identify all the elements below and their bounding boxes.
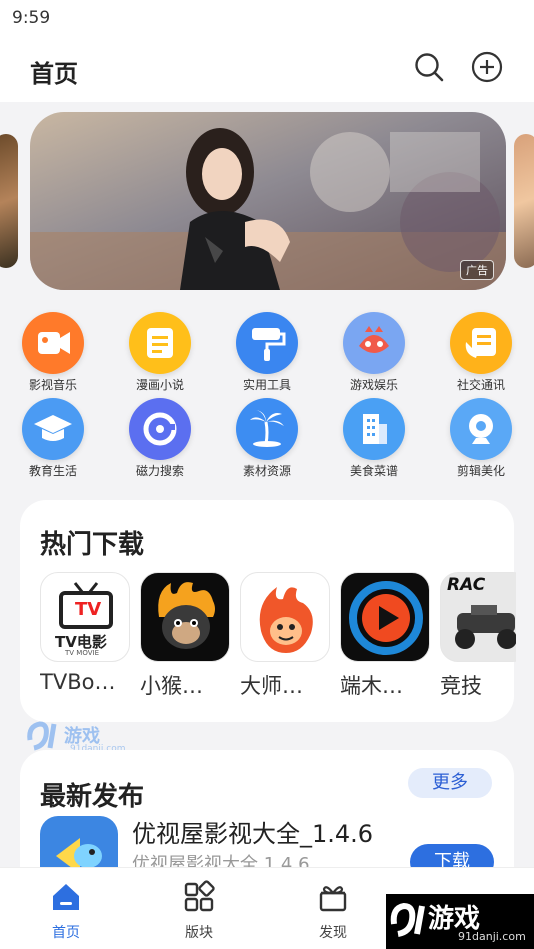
category-item[interactable]: 游戏娱乐 [329, 312, 419, 393]
page-title: 首页 [30, 60, 78, 88]
tab-discover[interactable]: 发现 [293, 880, 373, 942]
corner-logo-icon [390, 902, 425, 937]
category-item[interactable]: 美食菜谱 [329, 398, 419, 479]
play-circle-icon [340, 572, 430, 662]
section-title: 热门下载 [40, 530, 145, 560]
graduation-cap-icon [22, 398, 84, 460]
app-name: 端木… [340, 674, 403, 698]
paint-roller-icon [236, 312, 298, 374]
search-button[interactable] [412, 50, 446, 84]
app-item[interactable]: TV TV电影 TV MOVIE TVBo… [40, 572, 132, 694]
corner-watermark: 游戏 91danji.com [386, 894, 534, 949]
category-label: 美食菜谱 [349, 464, 398, 478]
app-name: 小猴… [140, 674, 203, 698]
category-item[interactable]: 社交通讯 [436, 312, 526, 393]
grid-icon [184, 880, 215, 912]
category-label: 素材资源 [242, 464, 291, 478]
app-name: 竞技 [440, 674, 482, 698]
category-label: 实用工具 [242, 378, 291, 392]
banner-slide[interactable]: 广告 [30, 112, 506, 290]
banner-carousel[interactable]: 广告 [0, 112, 534, 290]
video-camera-icon [22, 312, 84, 374]
gift-box-icon [319, 886, 347, 912]
section-title: 最新发布 [40, 782, 145, 812]
app-item[interactable]: 大师… [240, 572, 332, 700]
banner-image [30, 112, 506, 290]
category-label: 教育生活 [28, 464, 77, 478]
palm-tree-icon [236, 398, 298, 460]
magnet-search-icon [129, 398, 191, 460]
category-label: 磁力搜索 [135, 464, 184, 478]
app-title[interactable]: 优视屋影视大全_1.4.6 [132, 814, 373, 849]
app-name: TVBo… [40, 670, 116, 694]
monkey-fire-icon [140, 572, 230, 662]
tab-sections[interactable]: 版块 [159, 880, 239, 942]
category-item[interactable]: 教育生活 [8, 398, 98, 479]
category-label: 影视音乐 [28, 378, 77, 392]
category-item[interactable]: 实用工具 [222, 312, 312, 393]
tab-label: 发现 [319, 925, 347, 941]
tab-label: 版块 [185, 925, 213, 941]
add-button[interactable] [470, 50, 504, 84]
tab-home[interactable]: 首页 [26, 880, 106, 942]
building-icon [343, 398, 405, 460]
category-item[interactable]: 剪辑美化 [436, 398, 526, 479]
webcam-icon [450, 398, 512, 460]
category-item[interactable]: 影视音乐 [8, 312, 98, 393]
app-bar: 首页 [0, 36, 534, 102]
tab-label: 首页 [52, 925, 80, 941]
rc-car-icon: RAC [440, 572, 516, 662]
search-icon [415, 53, 444, 82]
plus-circle-icon [471, 51, 503, 83]
app-name: 大师… [240, 674, 303, 698]
app-item[interactable]: 小猴… [140, 572, 232, 700]
status-time: 9:59 [12, 8, 51, 28]
ad-label: 广告 [460, 260, 494, 280]
tv-movie-icon: TV TV电影 TV MOVIE [40, 572, 130, 662]
phone-message-icon [450, 312, 512, 374]
category-item[interactable]: 漫画小说 [115, 312, 205, 393]
more-button[interactable]: 更多 [408, 768, 492, 798]
corner-logo-site: 91danji.com [458, 930, 526, 943]
category-label: 社交通讯 [456, 378, 505, 392]
app-item[interactable]: 端木… [340, 572, 432, 700]
document-icon [129, 312, 191, 374]
tile-logo-text: TV [75, 599, 102, 620]
monkey-flame-icon [240, 572, 330, 662]
game-character-icon [343, 312, 405, 374]
banner-next-slide[interactable] [514, 134, 534, 268]
category-label: 漫画小说 [135, 378, 184, 392]
hot-apps-row[interactable]: TV TV电影 TV MOVIE TVBo… 小猴… 大师… 端木… RAC 竞… [40, 572, 516, 702]
banner-prev-slide[interactable] [0, 134, 18, 268]
tile-subtext: TV MOVIE [65, 649, 99, 657]
category-label: 游戏娱乐 [349, 378, 398, 392]
category-item[interactable]: 素材资源 [222, 398, 312, 479]
app-item[interactable]: RAC 竞技 [440, 572, 516, 700]
status-bar: 9:59 [0, 0, 534, 36]
home-icon [53, 884, 79, 910]
watermark-logo-icon [27, 721, 57, 751]
category-item[interactable]: 磁力搜索 [115, 398, 205, 479]
hot-downloads-card: 热门下载 TV TV电影 TV MOVIE TVBo… 小猴… 大师… 端木… … [20, 500, 516, 722]
tile-logo-text: RAC [447, 575, 486, 595]
category-label: 剪辑美化 [456, 464, 505, 478]
